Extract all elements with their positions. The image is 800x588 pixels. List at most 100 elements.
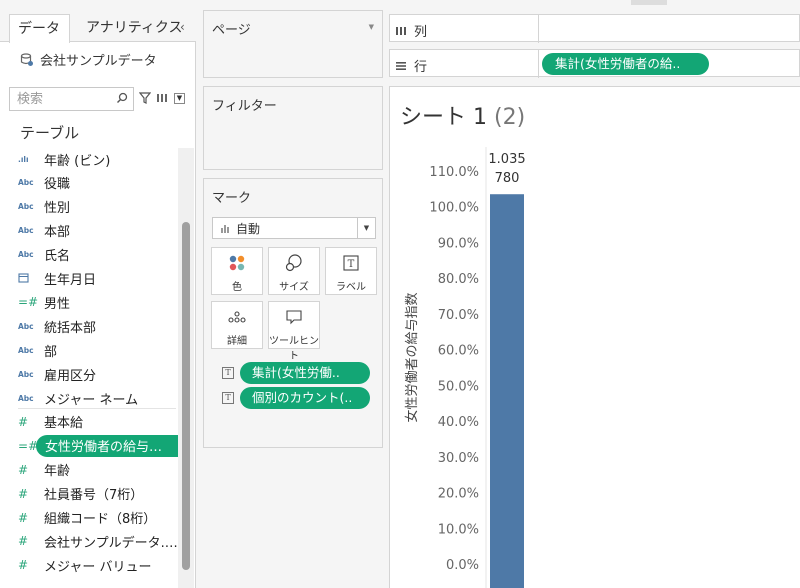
field-item[interactable]: Abc 部: [18, 339, 57, 361]
y-tick-label: 110.0%: [429, 165, 479, 180]
field-item[interactable]: # メジャー バリュー: [18, 554, 151, 576]
field-item[interactable]: Abc 氏名: [18, 244, 70, 266]
search-input[interactable]: [10, 88, 110, 110]
field-item[interactable]: =# 女性労働者の給与…: [18, 434, 192, 457]
y-tick-label: 70.0%: [438, 308, 479, 323]
field-item[interactable]: Abc 雇用区分: [18, 363, 96, 385]
field-item[interactable]: Abc メジャー ネーム: [18, 387, 138, 409]
detail-button[interactable]: 詳細: [211, 301, 263, 349]
abc-icon: Abc: [18, 369, 34, 379]
text-label-icon: T: [222, 367, 234, 379]
y-tick-label: 50.0%: [438, 379, 479, 394]
field-item[interactable]: Abc 性別: [18, 196, 70, 218]
bar-chart-icon: [221, 224, 229, 233]
field-label: 性別: [44, 201, 71, 217]
bar[interactable]: [490, 194, 524, 588]
color-icon: [212, 248, 262, 274]
chevron-down-icon[interactable]: ▼: [174, 93, 185, 104]
bin-icon: .ılı: [18, 154, 29, 164]
dimension-measure-divider: [18, 408, 176, 409]
shelf-separator: [538, 15, 539, 43]
y-tick-label: 0.0%: [446, 558, 479, 573]
pages-title: ページ: [212, 23, 251, 38]
calc-icon: =#: [18, 438, 39, 453]
field-label: 組織コード（8桁）: [44, 512, 157, 527]
number-icon: #: [18, 510, 29, 525]
marks-pill-text-1[interactable]: T 集計(女性労働..: [222, 362, 370, 384]
text-label-icon: T: [222, 392, 234, 404]
field-item[interactable]: 生年月日: [18, 268, 96, 290]
y-tick-label: 60.0%: [438, 344, 479, 359]
color-button[interactable]: 色: [211, 247, 263, 295]
field-item[interactable]: # 年齢: [18, 459, 70, 481]
label-label: ラベル: [336, 282, 366, 293]
search-icon[interactable]: [116, 92, 128, 108]
marks-card: マーク 自動 ▼ 色 サイズ T ラベル 詳細 ツールヒント T 集計(女性労働…: [203, 178, 383, 448]
datasource-name: 会社サンプルデータ: [40, 54, 157, 69]
size-icon: [269, 248, 319, 274]
bar-data-label: 1.035: [488, 152, 525, 167]
toolbar-tab-strip: [631, 0, 667, 5]
scrollbar-thumb[interactable]: [182, 222, 190, 570]
rows-pill[interactable]: 集計(女性労働者の給..: [542, 53, 709, 75]
number-icon: #: [18, 414, 29, 429]
field-item[interactable]: # 会社サンプルデータ.…: [18, 530, 178, 552]
marks-pill[interactable]: 集計(女性労働..: [240, 362, 370, 384]
chevron-down-icon[interactable]: ▼: [357, 218, 375, 238]
columns-icon: [396, 26, 406, 35]
pages-card[interactable]: ページ ▼: [203, 10, 383, 78]
abc-icon: Abc: [18, 393, 34, 403]
tab-data[interactable]: データ: [9, 14, 70, 43]
field-item[interactable]: Abc 統括本部: [18, 315, 96, 337]
tab-analytics[interactable]: アナリティクス: [76, 14, 192, 42]
filter-icon[interactable]: [138, 92, 152, 108]
pane-tabs: データ アナリティクス ‹: [0, 0, 196, 43]
field-label: 氏名: [44, 249, 71, 265]
abc-icon: Abc: [18, 226, 34, 236]
field-label: 会社サンプルデータ.…: [44, 535, 178, 551]
columns-shelf[interactable]: 列: [389, 14, 800, 43]
marks-pill-text-2[interactable]: T 個別のカウント(..: [222, 387, 370, 409]
field-item[interactable]: # 組織コード（8桁）: [18, 507, 156, 529]
field-label: メジャー バリュー: [44, 559, 152, 575]
list-view-icon[interactable]: [157, 92, 171, 107]
color-label: 色: [232, 282, 242, 293]
field-item[interactable]: =# 男性: [18, 291, 70, 313]
abc-icon: Abc: [18, 178, 34, 188]
field-item[interactable]: .ılı 年齢 (ビン): [18, 148, 110, 170]
y-tick-label: 80.0%: [438, 272, 479, 287]
mark-type-dropdown[interactable]: 自動 ▼: [212, 217, 376, 239]
detail-icon: [212, 302, 262, 328]
y-tick-label: 20.0%: [438, 487, 479, 502]
number-icon: #: [18, 534, 29, 549]
marks-title: マーク: [212, 191, 252, 206]
label-button[interactable]: T ラベル: [325, 247, 377, 295]
field-item[interactable]: # 基本給: [18, 411, 83, 433]
chevron-down-icon[interactable]: ▼: [369, 23, 374, 31]
rows-shelf[interactable]: 行 集計(女性労働者の給..: [389, 49, 800, 78]
abc-icon: Abc: [18, 321, 34, 331]
field-item[interactable]: Abc 役職: [18, 172, 70, 194]
field-label: 男性: [44, 296, 71, 312]
field-label: 部: [44, 344, 58, 360]
marks-pill[interactable]: 個別のカウント(..: [240, 387, 370, 409]
datasource-icon: [20, 52, 34, 67]
search-box[interactable]: [9, 87, 134, 111]
text-label-icon: T: [326, 248, 376, 274]
datasource-item[interactable]: 会社サンプルデータ: [20, 50, 157, 69]
mark-type-value: 自動: [236, 221, 261, 236]
number-icon: #: [18, 558, 29, 573]
field-item[interactable]: # 社員番号（7桁）: [18, 483, 143, 505]
field-label: 女性労働者の給与…: [45, 440, 163, 456]
calendar-icon: [18, 272, 38, 285]
field-item[interactable]: Abc 本部: [18, 220, 70, 242]
calc-icon: =#: [18, 295, 39, 310]
size-button[interactable]: サイズ: [268, 247, 320, 295]
y-tick-label: 40.0%: [438, 415, 479, 430]
tooltip-button[interactable]: ツールヒント: [268, 301, 320, 362]
filters-card[interactable]: フィルター: [203, 86, 383, 170]
size-label: サイズ: [279, 282, 309, 293]
collapse-pane-button[interactable]: ‹: [180, 20, 185, 34]
y-axis-title: 女性労働者の給与指数: [404, 292, 420, 422]
abc-icon: Abc: [18, 250, 34, 260]
